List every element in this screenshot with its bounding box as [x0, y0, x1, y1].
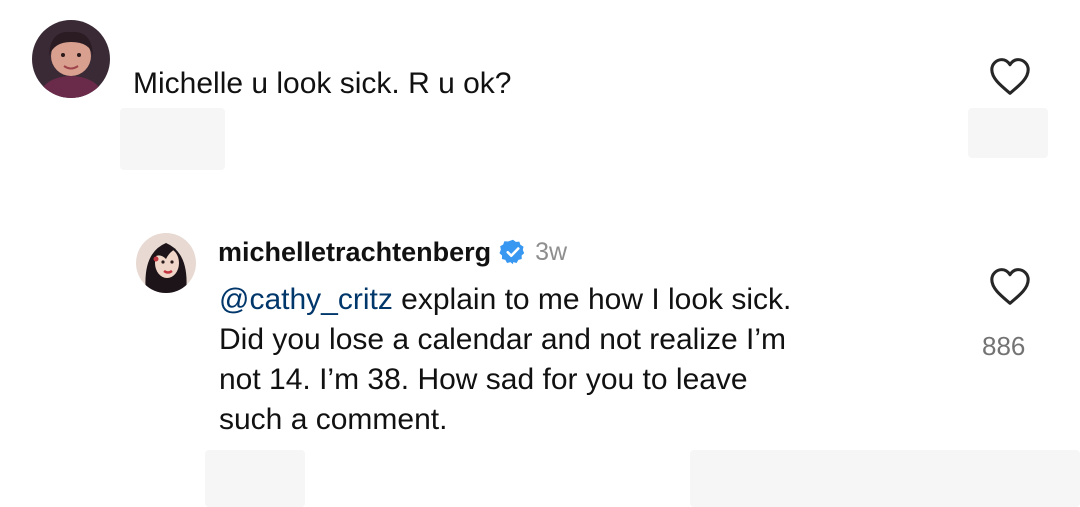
reply-header: michelletrachtenberg 3w — [218, 234, 567, 270]
verified-badge-icon — [499, 238, 527, 266]
comment-text: Michelle u look sick. R u ok? — [133, 67, 512, 100]
reply-text-line: not 14. I’m 38. How sad for you to leave — [219, 363, 748, 396]
reply-text: @cathy_critz explain to me how I look si… — [219, 280, 791, 440]
heart-outline-icon[interactable] — [988, 56, 1032, 96]
reply-username[interactable]: michelletrachtenberg — [218, 237, 491, 268]
heart-outline-icon[interactable] — [988, 266, 1032, 306]
background-placeholder — [205, 450, 305, 507]
like-count: 886 — [982, 331, 1026, 361]
reply-author-avatar[interactable] — [136, 233, 196, 293]
background-placeholder — [690, 450, 1080, 507]
background-placeholder — [120, 108, 225, 170]
reply-text-line: Did you lose a calendar and not realize … — [219, 323, 786, 356]
reply-text-fragment: explain to me how I look sick. — [392, 283, 792, 316]
mention-link[interactable]: @cathy_critz — [219, 283, 393, 316]
reply-timestamp: 3w — [535, 237, 568, 266]
reply-text-line: @cathy_critz explain to me how I look si… — [219, 280, 791, 320]
reply-text-line: such a comment. — [219, 403, 448, 436]
commenter-avatar[interactable] — [32, 20, 110, 98]
background-placeholder — [968, 108, 1048, 158]
